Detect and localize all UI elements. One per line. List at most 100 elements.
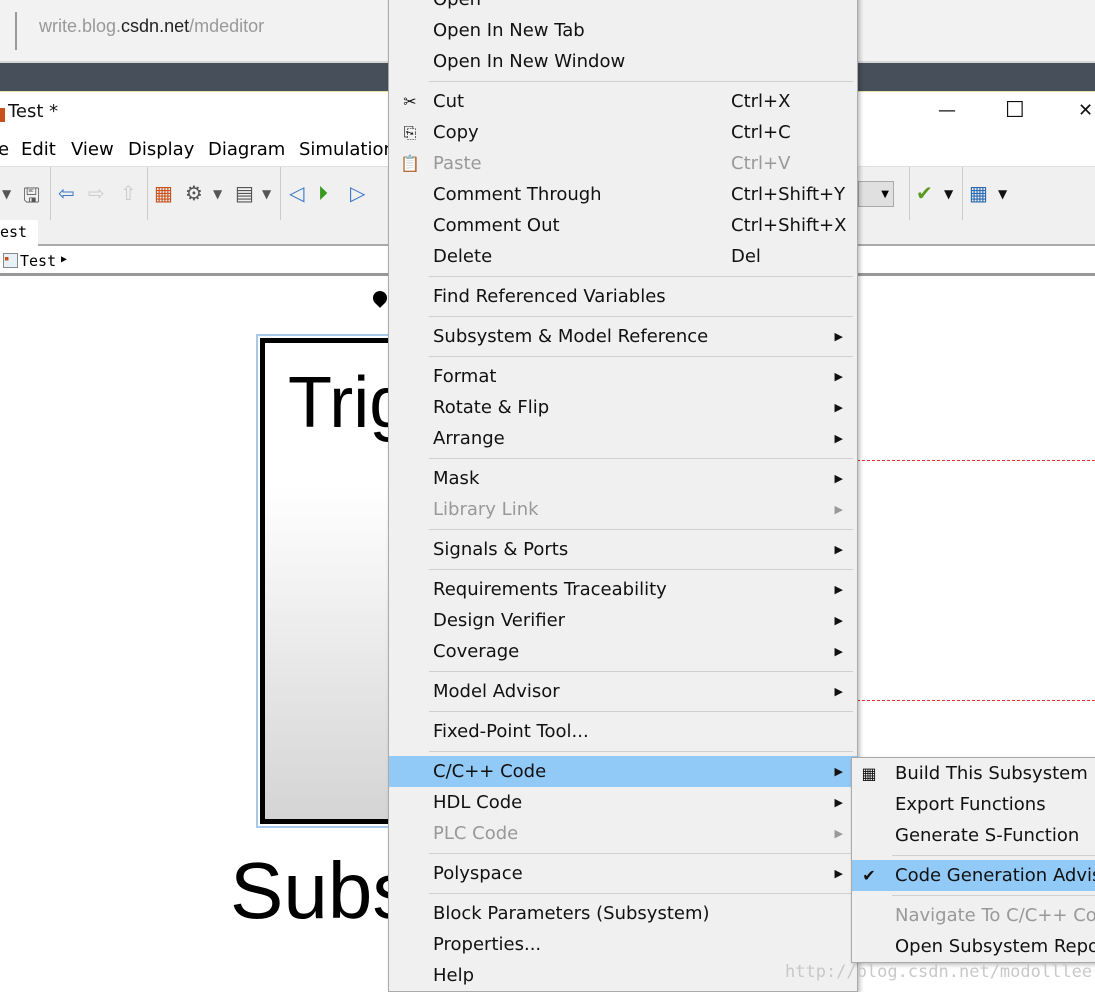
submenu-arrow-icon: ▶	[834, 330, 843, 343]
menu-item-delete[interactable]: Delete Del	[389, 241, 857, 272]
menu-item-build-this-subsystem[interactable]: ▦ Build This Subsystem	[852, 758, 1095, 789]
dropdown-icon[interactable]: ▼	[998, 187, 1007, 201]
dropdown-icon[interactable]: ▼	[944, 187, 953, 201]
menu-item-block-parameters-subsystem[interactable]: Block Parameters (Subsystem)	[389, 898, 857, 929]
up-icon[interactable]: ⇧	[120, 181, 137, 205]
step-forward-icon[interactable]: ▷	[350, 181, 365, 205]
menu-item-copy[interactable]: ⎘ Copy Ctrl+C	[389, 117, 857, 148]
model-explorer-icon[interactable]: ▤	[235, 181, 254, 205]
dropdown-select[interactable]: ▼	[858, 181, 894, 207]
menu-item-plc-code[interactable]: PLC Code ▶	[389, 818, 857, 849]
menu-item-requirements-traceability[interactable]: Requirements Traceability ▶	[389, 574, 857, 605]
menu-separator	[389, 707, 857, 716]
menu-separator	[389, 352, 857, 361]
menu-item-hdl-code[interactable]: HDL Code ▶	[389, 787, 857, 818]
menu-item-polyspace[interactable]: Polyspace ▶	[389, 858, 857, 889]
menu-separator	[852, 891, 1095, 900]
submenu-arrow-icon: ▶	[834, 827, 843, 840]
menu-item-label: Model Advisor	[433, 681, 560, 702]
menu-item-open-in-new-tab[interactable]: Open In New Tab	[389, 15, 857, 46]
menu-item-code-generation-advisor[interactable]: ✔ Code Generation Advisor	[852, 860, 1095, 891]
shortcut-label: Ctrl+X	[731, 91, 791, 112]
menu-item-format[interactable]: Format ▶	[389, 361, 857, 392]
menu-separator	[389, 454, 857, 463]
menu-item-subsystem-model-reference[interactable]: Subsystem & Model Reference ▶	[389, 321, 857, 352]
menu-item-label: Subsystem & Model Reference	[433, 326, 709, 347]
build-icon: ▦	[861, 764, 877, 783]
menu-file[interactable]: e	[0, 139, 9, 160]
menu-item-fixed-point-tool[interactable]: Fixed-Point Tool...	[389, 716, 857, 747]
menu-separator	[389, 889, 857, 898]
minimize-button[interactable]: —	[938, 100, 956, 121]
copy-icon: ⎘	[403, 123, 417, 142]
build-icon[interactable]: ▦	[969, 181, 988, 205]
menu-item-find-referenced-variables[interactable]: Find Referenced Variables	[389, 281, 857, 312]
menu-item-design-verifier[interactable]: Design Verifier ▶	[389, 605, 857, 636]
menu-item-arrange[interactable]: Arrange ▶	[389, 423, 857, 454]
breadcrumb-arrow-icon[interactable]: ▶	[61, 254, 67, 265]
menu-item-mask[interactable]: Mask ▶	[389, 463, 857, 494]
menu-item-label: Mask	[433, 468, 480, 489]
signal-line	[857, 460, 1095, 461]
menu-item-label: HDL Code	[433, 792, 523, 813]
menu-view[interactable]: View	[71, 139, 114, 160]
close-button[interactable]: ✕	[1078, 100, 1093, 121]
menu-item-cut[interactable]: ✂ Cut Ctrl+X	[389, 86, 857, 117]
check-icon[interactable]: ✔	[916, 181, 933, 205]
menu-simulation[interactable]: Simulation	[299, 139, 395, 160]
dropdown-icon[interactable]: ▼	[2, 187, 11, 201]
menu-item-c-c-code[interactable]: C/C++ Code ▶	[389, 756, 857, 787]
save-icon[interactable]: 🖫	[23, 181, 40, 215]
menu-item-open-in-new-window[interactable]: Open In New Window	[389, 46, 857, 77]
url-text[interactable]: write.blog.csdn.net/mdeditor	[39, 16, 264, 37]
menu-item-label: Generate S-Function	[895, 825, 1080, 846]
menu-item-label: Build This Subsystem	[895, 763, 1088, 784]
menu-item-label: PLC Code	[433, 823, 519, 844]
menu-item-comment-through[interactable]: Comment Through Ctrl+Shift+Y	[389, 179, 857, 210]
menu-item-open[interactable]: Open	[389, 0, 857, 15]
menu-item-label: Properties...	[433, 934, 542, 955]
menu-separator	[389, 747, 857, 756]
library-browser-icon[interactable]: ▦	[154, 181, 173, 205]
back-icon[interactable]: ⇦	[58, 181, 75, 205]
dropdown-icon[interactable]: ▼	[262, 187, 271, 201]
gear-icon[interactable]: ⚙	[185, 181, 203, 205]
menu-item-coverage[interactable]: Coverage ▶	[389, 636, 857, 667]
menu-display[interactable]: Display	[128, 139, 194, 160]
submenu-arrow-icon: ▶	[834, 472, 843, 485]
menu-item-navigate-to-c-c-code[interactable]: Navigate To C/C++ Code	[852, 900, 1095, 931]
menu-item-properties[interactable]: Properties...	[389, 929, 857, 960]
menu-item-label: Comment Out	[433, 215, 560, 236]
submenu-arrow-icon: ▶	[834, 614, 843, 627]
menu-item-open-subsystem-report[interactable]: Open Subsystem Report	[852, 931, 1095, 962]
menu-item-model-advisor[interactable]: Model Advisor ▶	[389, 676, 857, 707]
menu-item-comment-out[interactable]: Comment Out Ctrl+Shift+X	[389, 210, 857, 241]
menu-item-label: Signals & Ports	[433, 539, 569, 560]
menu-diagram[interactable]: Diagram	[208, 139, 285, 160]
tab-test[interactable]: est	[0, 220, 38, 246]
menu-item-rotate-flip[interactable]: Rotate & Flip ▶	[389, 392, 857, 423]
menu-item-export-functions[interactable]: Export Functions	[852, 789, 1095, 820]
menu-item-label: Delete	[433, 246, 493, 267]
menu-item-signals-ports[interactable]: Signals & Ports ▶	[389, 534, 857, 565]
submenu-arrow-icon: ▶	[834, 543, 843, 556]
menu-item-label: Navigate To C/C++ Code	[895, 905, 1095, 926]
menu-edit[interactable]: Edit	[21, 139, 56, 160]
menu-item-library-link[interactable]: Library Link ▶	[389, 494, 857, 525]
maximize-button[interactable]: ☐	[1005, 98, 1025, 123]
submenu-arrow-icon: ▶	[834, 685, 843, 698]
menu-item-generate-s-function[interactable]: Generate S-Function	[852, 820, 1095, 851]
menu-item-label: Arrange	[433, 428, 505, 449]
menu-separator	[389, 849, 857, 858]
menu-item-label: Find Referenced Variables	[433, 286, 666, 307]
run-icon[interactable]: ⏵	[318, 181, 328, 205]
menu-item-label: Design Verifier	[433, 610, 566, 631]
forward-icon[interactable]: ⇨	[88, 181, 105, 205]
breadcrumb-item[interactable]: Test	[20, 252, 56, 270]
menu-item-label: Export Functions	[895, 794, 1046, 815]
menu-item-paste[interactable]: 📋 Paste Ctrl+V	[389, 148, 857, 179]
dropdown-icon[interactable]: ▼	[213, 187, 222, 201]
step-back-icon[interactable]: ◁	[289, 181, 304, 205]
menu-item-label: Rotate & Flip	[433, 397, 550, 418]
paste-icon: 📋	[400, 154, 420, 173]
